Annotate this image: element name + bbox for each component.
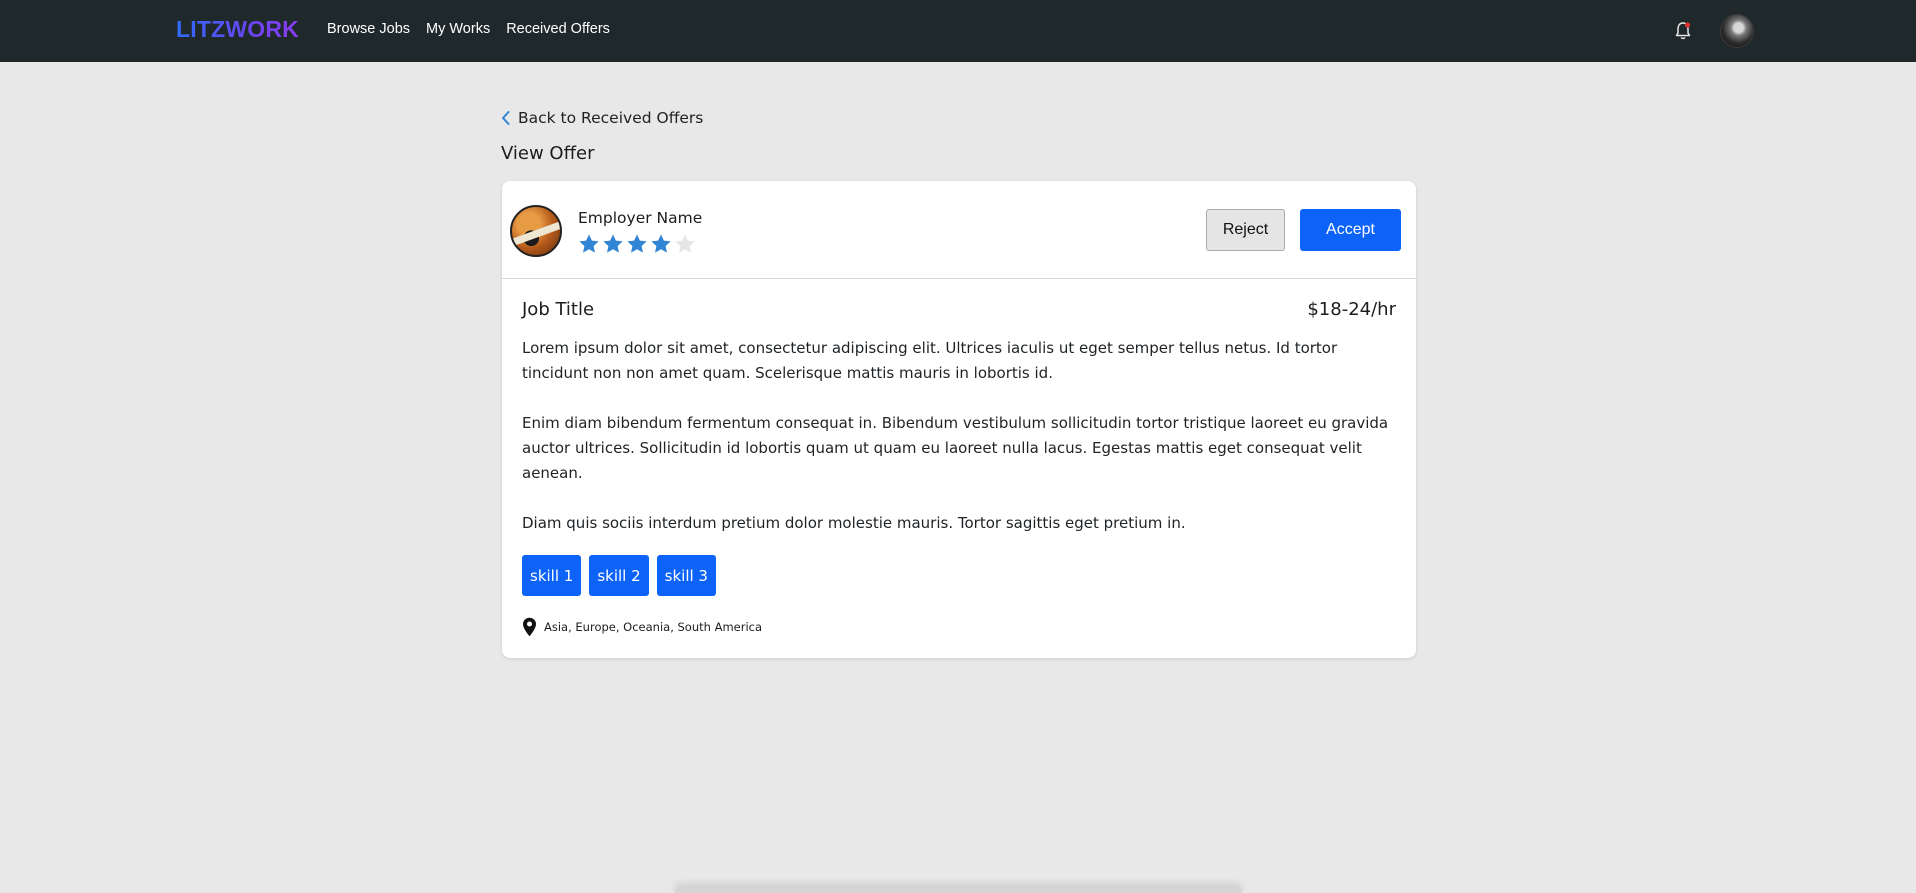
bell-icon[interactable] [1674, 21, 1692, 41]
map-pin-icon [523, 617, 536, 637]
skill-tag[interactable]: skill 1 [522, 555, 582, 596]
nav-link-browse-jobs[interactable]: Browse Jobs [327, 21, 410, 37]
brand-logo[interactable]: LITZWORK [176, 16, 299, 43]
bottom-drawer-handle[interactable] [675, 888, 1242, 893]
description-paragraph: Enim diam bibendum fermentum consequat i… [522, 414, 1389, 482]
location-text: Asia, Europe, Oceania, South America [544, 620, 763, 634]
top-navbar: LITZWORK Browse Jobs My Works Received O… [0, 0, 1916, 62]
skills-list: skill 1 skill 2 skill 3 [522, 555, 716, 596]
reject-button[interactable]: Reject [1206, 209, 1285, 251]
employer-name: Employer Name [578, 209, 703, 227]
job-location: Asia, Europe, Oceania, South America [522, 617, 762, 637]
skill-tag[interactable]: skill 3 [656, 555, 716, 596]
nav-link-received-offers[interactable]: Received Offers [506, 21, 610, 37]
back-link-label: Back to Received Offers [518, 109, 704, 127]
employer-avatar [510, 205, 562, 257]
offer-card: Employer Name Reject Accept Job Title $1… [502, 181, 1416, 658]
nav-link-my-works[interactable]: My Works [426, 21, 490, 37]
employer-rating [578, 233, 696, 255]
chevron-left-icon [502, 111, 510, 125]
pay-rate: $18-24/hr [1307, 299, 1396, 320]
skill-tag[interactable]: skill 2 [589, 555, 649, 596]
star-icon [627, 234, 647, 253]
back-to-received-offers-link[interactable]: Back to Received Offers [500, 109, 703, 127]
accept-button[interactable]: Accept [1300, 209, 1401, 251]
description-paragraph: Diam quis sociis interdum pretium dolor … [522, 514, 1186, 532]
job-description: Lorem ipsum dolor sit amet, consectetur … [522, 336, 1392, 561]
description-paragraph: Lorem ipsum dolor sit amet, consectetur … [522, 339, 1338, 382]
page-title: View Offer [501, 143, 595, 164]
offer-card-header: Employer Name Reject Accept [502, 181, 1416, 279]
main-nav: Browse Jobs My Works Received Offers [327, 21, 610, 37]
user-avatar[interactable] [1720, 14, 1754, 48]
job-title: Job Title [522, 299, 595, 320]
star-icon [675, 234, 695, 253]
star-icon [579, 234, 599, 253]
star-icon [651, 234, 671, 253]
star-icon [603, 234, 623, 253]
